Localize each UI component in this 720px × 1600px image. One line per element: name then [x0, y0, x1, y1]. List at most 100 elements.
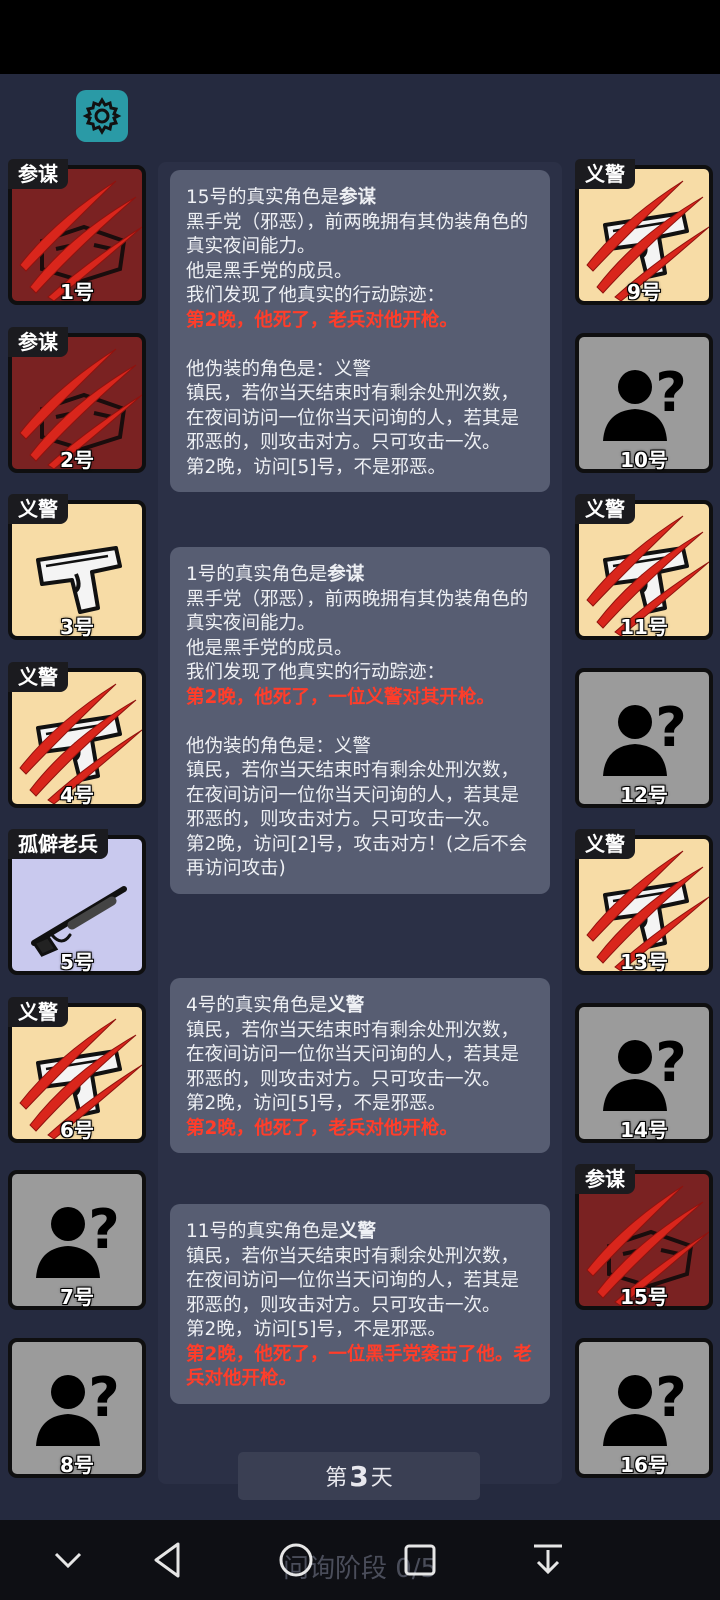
status-bar: [0, 0, 720, 74]
role-tag: 义警: [575, 494, 635, 524]
log-line: 第2晚，访问[5]号，不是邪恶。: [186, 1319, 446, 1340]
log-spacer: [186, 710, 536, 735]
player-number: 4号: [60, 782, 94, 807]
role-tag: 义警: [8, 494, 68, 524]
log-line: 他是黑手党的成员。: [186, 260, 353, 282]
log-title-prefix: 1号的真实角色是: [186, 564, 328, 585]
player-card[interactable]: ? 7号: [8, 1170, 146, 1310]
player-card[interactable]: ? 16号: [575, 1337, 713, 1478]
back-button[interactable]: [146, 1538, 190, 1582]
player-card[interactable]: 义警 4号: [8, 661, 146, 808]
role-tag: 参谋: [8, 326, 68, 357]
role-tag: 孤僻老兵: [8, 829, 108, 859]
day-suffix: 天: [370, 1466, 393, 1491]
log-title-prefix: 4号的真实角色是: [186, 995, 328, 1016]
home-icon: [279, 1543, 313, 1577]
log-entry: 11号的真实角色是义警 镇民，若你当天结束时有剩余处刑次数，在夜间访问一位你当天问…: [170, 1204, 550, 1404]
log-line: 镇民，若你当天结束时有剩余处刑次数，在夜间访问一位你当天问询的人，若其是邪恶的，…: [186, 383, 520, 453]
back-icon: [154, 1542, 180, 1578]
role-tag: 参谋: [575, 1164, 635, 1194]
svg-text:?: ?: [655, 1366, 686, 1429]
svg-text:?: ?: [88, 1198, 119, 1261]
log-title: 11号的真实角色是义警: [186, 1220, 536, 1245]
collapse-button[interactable]: [526, 1538, 570, 1582]
player-card[interactable]: ? 14号: [575, 1002, 713, 1143]
player-number: 5号: [60, 950, 94, 974]
recents-icon: [404, 1544, 436, 1576]
collapse-icon: [534, 1544, 562, 1575]
log-entry: 4号的真实角色是义警 镇民，若你当天结束时有剩余处刑次数，在夜间访问一位你当天问询…: [170, 978, 550, 1153]
role-tag: 义警: [575, 159, 635, 189]
log-death-line: 第2晚，他死了，老兵对他开枪。: [186, 309, 458, 331]
player-number: 11号: [620, 615, 668, 639]
player-number: 2号: [60, 447, 94, 472]
player-number: 12号: [620, 782, 668, 807]
chevron-down-button[interactable]: [46, 1538, 90, 1582]
player-number: 9号: [627, 280, 661, 304]
log-death-line: 第2晚，他死了，老兵对他开枪。: [186, 1117, 458, 1139]
player-card[interactable]: 义警 13号: [575, 829, 713, 975]
player-number: 10号: [620, 447, 668, 472]
log-title: 4号的真实角色是义警: [186, 994, 536, 1019]
svg-text:?: ?: [88, 1366, 119, 1429]
chevron-down-icon: [54, 1552, 82, 1569]
svg-text:?: ?: [655, 696, 686, 759]
log-line: 我们发现了他真实的行动踪迹：: [186, 285, 446, 306]
player-card[interactable]: ? 12号: [575, 667, 713, 808]
role-tag: 义警: [8, 661, 68, 692]
log-line: 镇民，若你当天结束时有剩余处刑次数，在夜间访问一位你当天问询的人，若其是邪恶的，…: [186, 1019, 520, 1090]
player-number: 1号: [60, 280, 94, 304]
log-line: 他伪装的角色是：义警: [186, 358, 372, 380]
settings-button[interactable]: [76, 90, 128, 142]
log-death-line: 第2晚，他死了，一位黑手党袭击了他。老兵对他开枪。: [186, 1343, 532, 1390]
player-card[interactable]: 义警 9号: [575, 159, 713, 305]
log-title-role: 参谋: [339, 187, 377, 208]
log-line: 黑手党（邪恶），前两晚拥有其伪装角色的真实夜间能力。: [186, 211, 529, 258]
player-card[interactable]: 义警 6号: [8, 996, 146, 1143]
player-card[interactable]: 参谋 1号: [8, 159, 146, 305]
player-card[interactable]: 参谋 2号: [8, 326, 146, 473]
log-line: 镇民，若你当天结束时有剩余处刑次数，在夜间访问一位你当天问询的人，若其是邪恶的，…: [186, 760, 520, 830]
player-number: 3号: [60, 615, 94, 639]
player-card[interactable]: 义警 3号: [8, 494, 146, 640]
phase-label: 问询阶段 0/5: [282, 1554, 438, 1584]
role-tag: 参谋: [8, 159, 68, 189]
svg-text:?: ?: [655, 361, 686, 424]
player-number: 16号: [620, 1452, 668, 1477]
log-line: 第2晚，访问[5]号，不是邪恶。: [186, 1093, 446, 1114]
player-number: 8号: [60, 1452, 94, 1477]
log-title-role: 义警: [327, 995, 365, 1016]
player-number: 14号: [620, 1117, 668, 1142]
day-number: 3: [349, 1459, 369, 1493]
recents-button[interactable]: [398, 1538, 442, 1582]
gear-icon: [82, 97, 122, 135]
day-prefix: 第: [325, 1466, 348, 1491]
log-title-role: 参谋: [327, 564, 365, 585]
player-card[interactable]: 义警 11号: [575, 494, 713, 640]
log-entry: 15号的真实角色是参谋 黑手党（邪恶），前两晚拥有其伪装角色的真实夜间能力。 他是黑…: [170, 170, 550, 492]
home-button[interactable]: [274, 1538, 318, 1582]
player-card[interactable]: ? 10号: [575, 332, 713, 473]
player-number: 15号: [620, 1285, 668, 1309]
player-card[interactable]: 孤僻老兵 5号: [8, 829, 146, 975]
player-card[interactable]: ? 8号: [8, 1337, 146, 1478]
log-line: 他伪装的角色是：义警: [186, 735, 372, 757]
log-line: 黑手党（邪恶），前两晚拥有其伪装角色的真实夜间能力。: [186, 588, 529, 635]
player-card[interactable]: 参谋 15号: [575, 1164, 713, 1310]
log-title-role: 义警: [339, 1221, 377, 1242]
log-line: 第2晚，访问[5]号，不是邪恶。: [186, 456, 446, 478]
role-tag: 义警: [8, 996, 68, 1027]
log-title: 1号的真实角色是参谋: [186, 563, 536, 588]
log-line: 我们发现了他真实的行动踪迹：: [186, 662, 446, 683]
log-death-line: 第2晚，他死了，一位义警对其开枪。: [186, 686, 495, 708]
log-entry: 1号的真实角色是参谋 黑手党（邪恶），前两晚拥有其伪装角色的真实夜间能力。 他是黑手…: [170, 547, 550, 894]
log-title-prefix: 15号的真实角色是: [186, 187, 340, 208]
log-line: 第2晚，访问[2]号，攻击对方！(之后不会再访问攻击): [186, 833, 528, 880]
player-number: 13号: [620, 950, 668, 974]
player-number: 6号: [60, 1117, 94, 1142]
log-spacer: [186, 333, 536, 358]
log-title-prefix: 11号的真实角色是: [186, 1221, 340, 1242]
log-title: 15号的真实角色是参谋: [186, 186, 536, 211]
player-number: 7号: [60, 1285, 94, 1309]
role-tag: 义警: [575, 829, 635, 859]
